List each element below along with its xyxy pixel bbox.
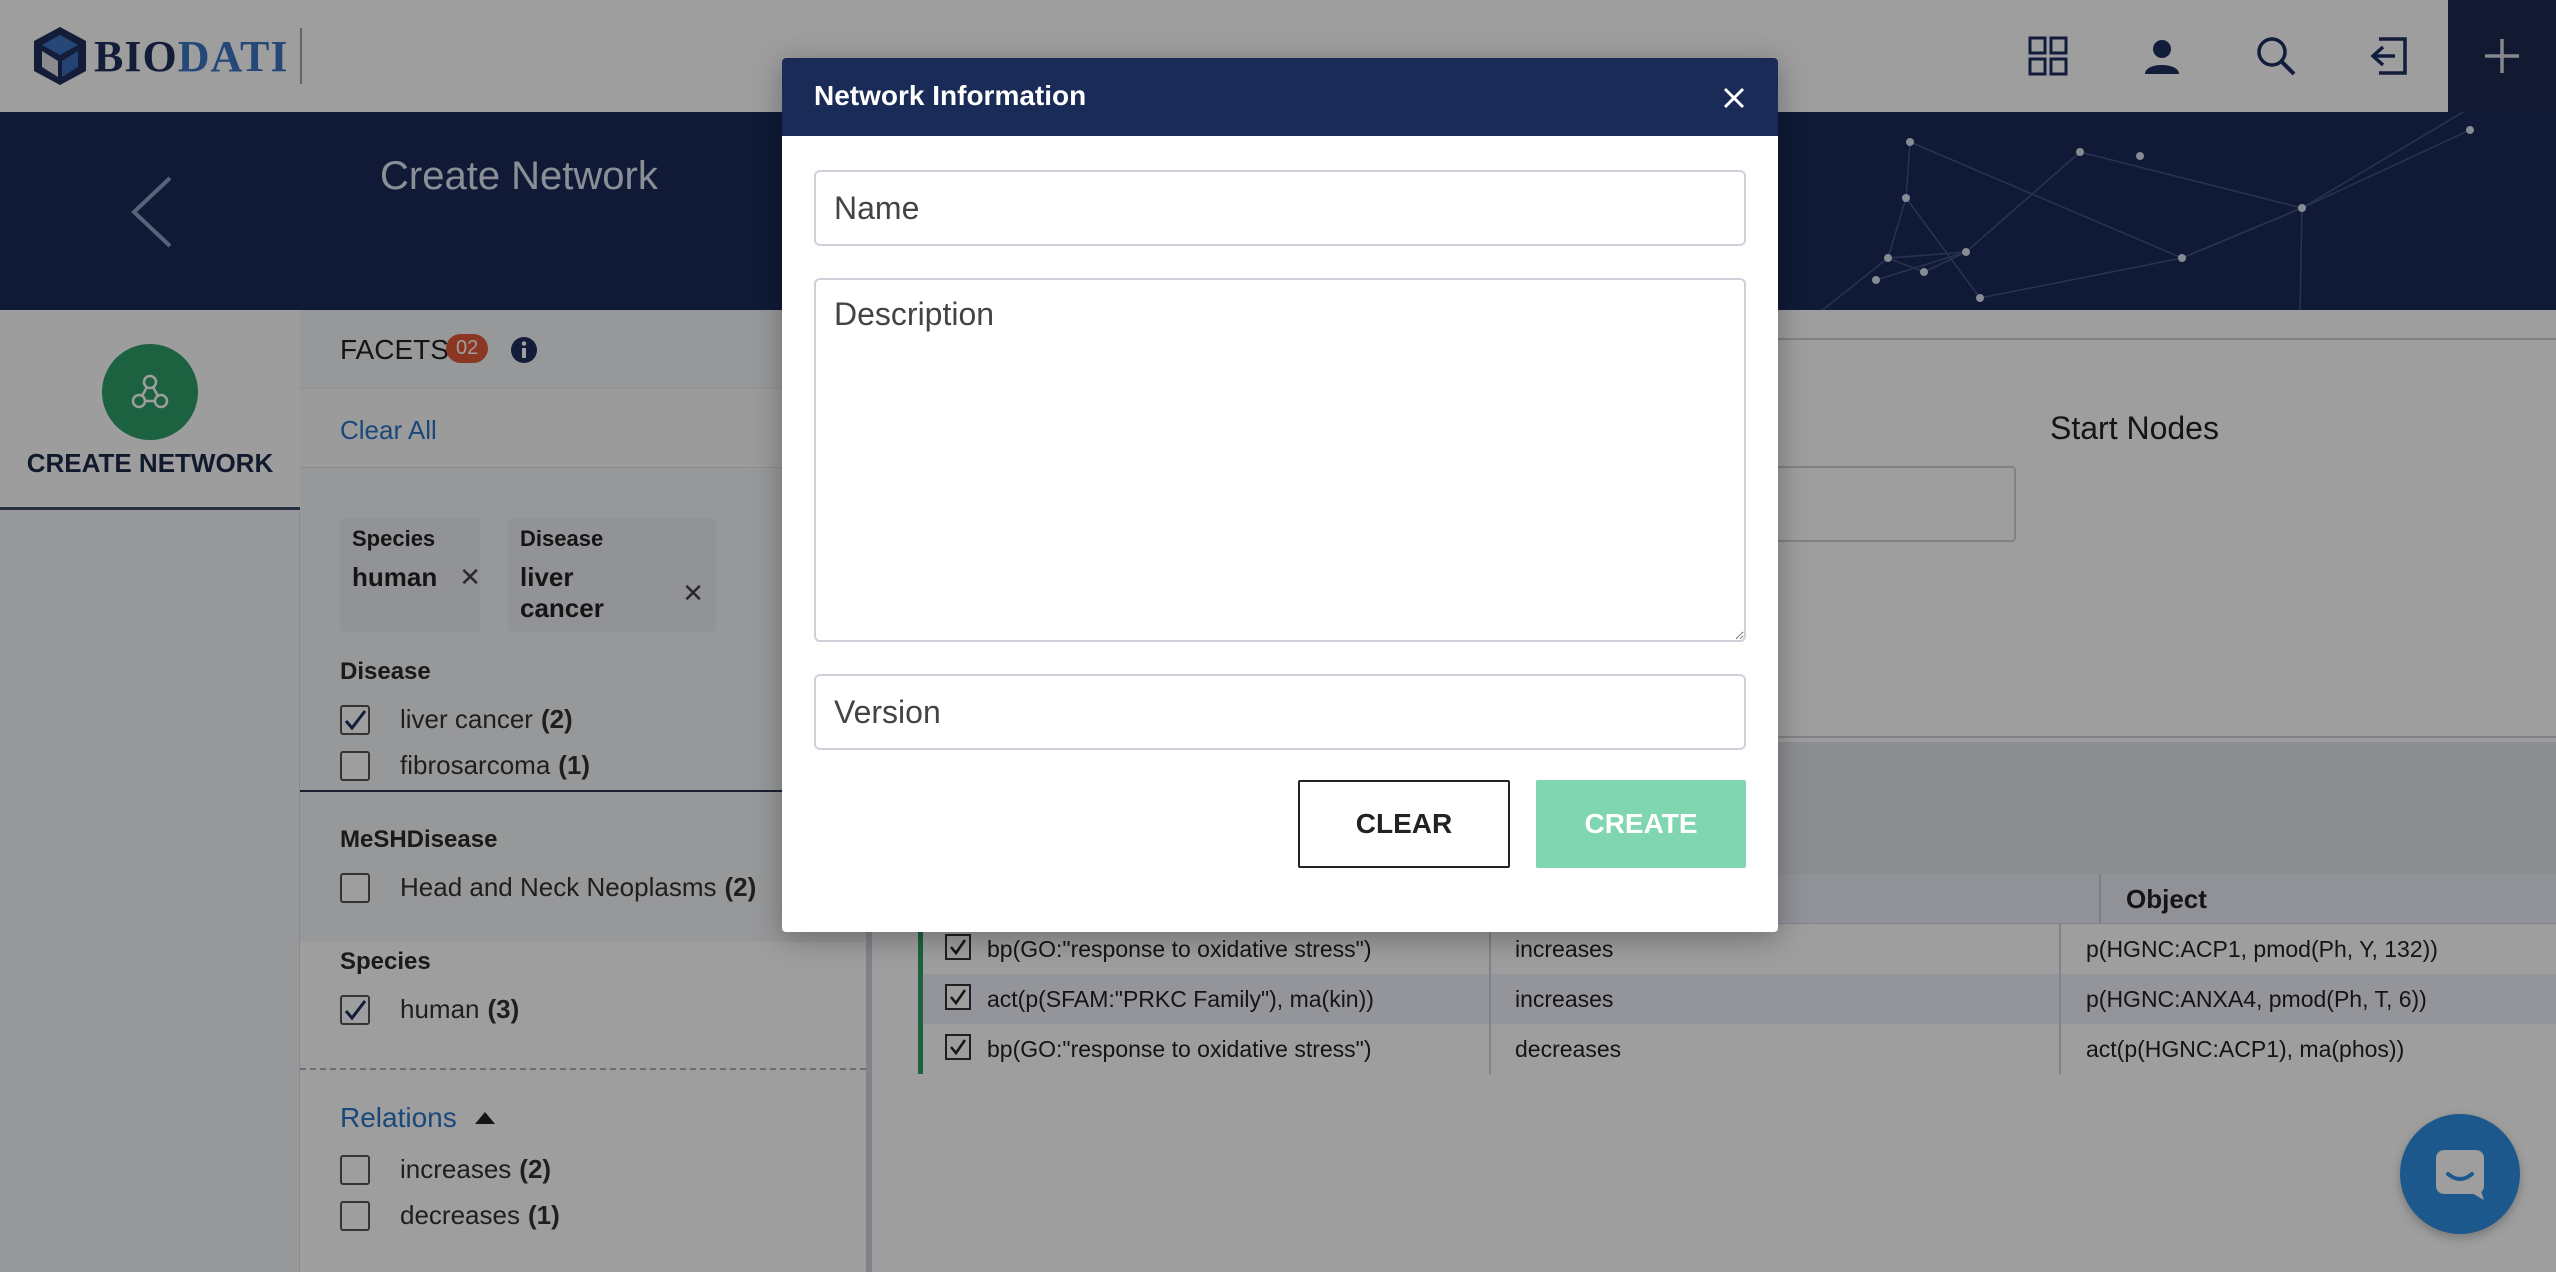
create-button[interactable]: CREATE	[1536, 780, 1746, 868]
description-textarea[interactable]	[814, 278, 1746, 642]
clear-button[interactable]: CLEAR	[1298, 780, 1510, 868]
close-icon	[1723, 87, 1745, 109]
name-input[interactable]	[814, 170, 1746, 246]
dialog-title: Network Information	[814, 80, 1087, 111]
version-input[interactable]	[814, 674, 1746, 750]
network-information-dialog: Network Information CLEAR CREATE	[782, 58, 1778, 932]
close-button[interactable]	[1714, 78, 1754, 118]
dialog-header: Network Information	[782, 58, 1778, 136]
